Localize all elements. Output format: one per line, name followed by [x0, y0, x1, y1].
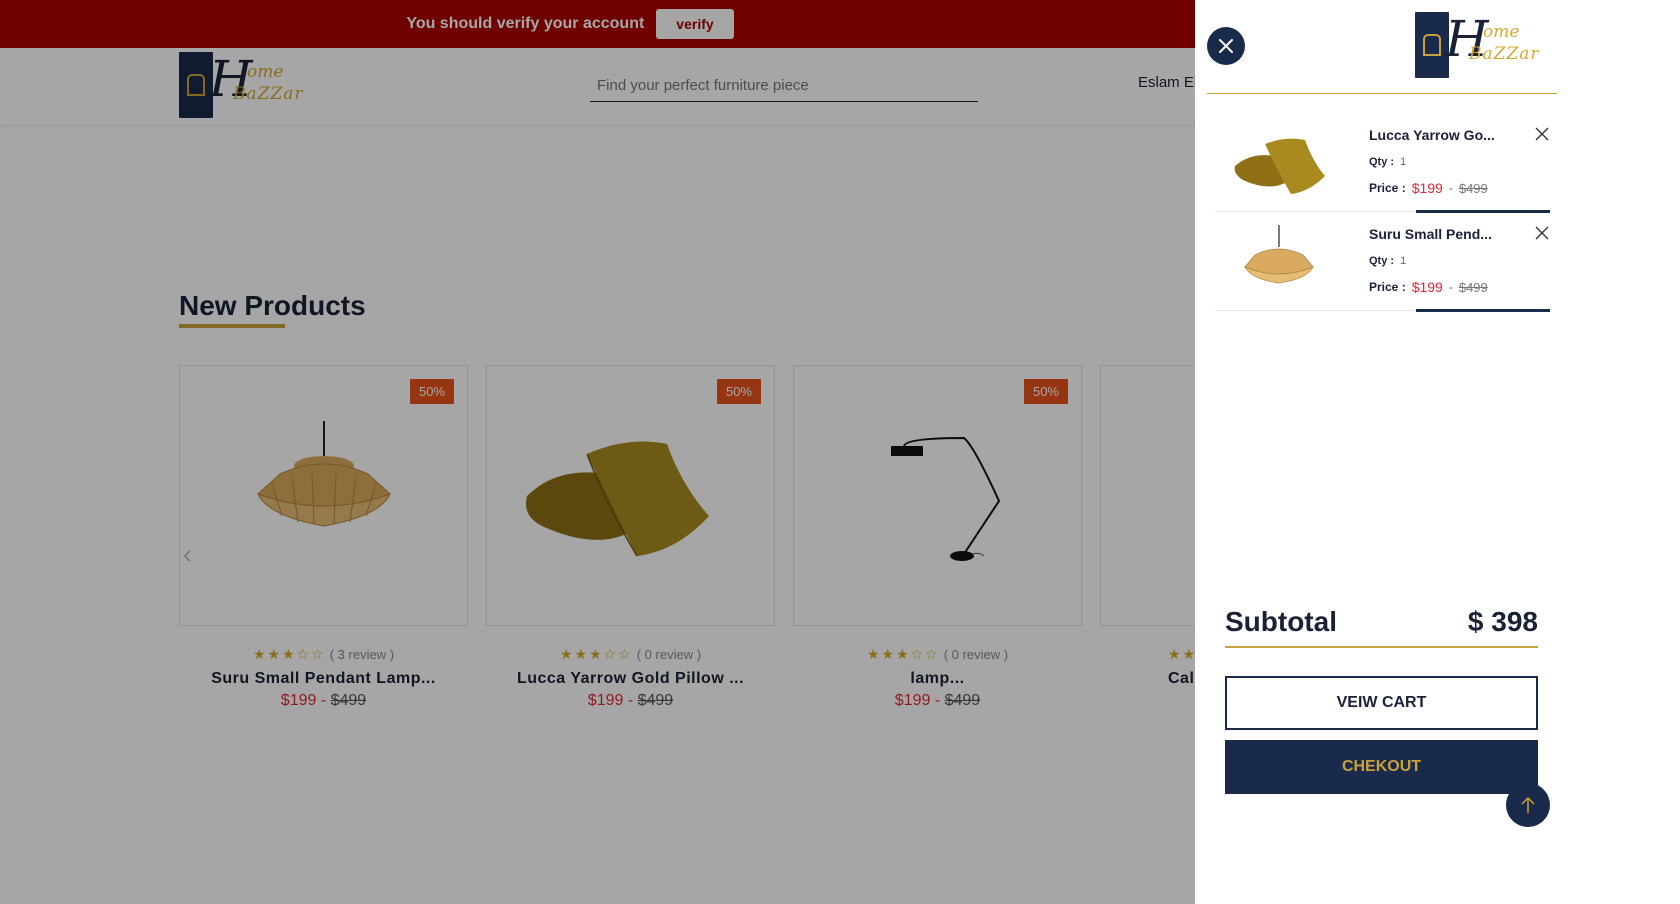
remove-item-icon[interactable]: [1534, 225, 1550, 241]
cart-item-qty: Qty : 1: [1369, 156, 1406, 168]
cart-item-price: Price : $199 - $499: [1369, 279, 1488, 295]
price-new: $199: [1411, 279, 1443, 295]
subtotal-value: $ 398: [1467, 606, 1538, 637]
price-label: Price :: [1369, 280, 1406, 294]
view-cart-button[interactable]: VEIW CART: [1225, 676, 1538, 730]
price-separator: -: [1448, 181, 1453, 195]
price-label: Price :: [1369, 181, 1406, 195]
qty-label: Qty :: [1369, 255, 1395, 267]
cart-item-name[interactable]: Suru Small Pend...: [1369, 226, 1492, 242]
price-old: $499: [1458, 180, 1488, 196]
cart-item-accent-bar: [1416, 309, 1550, 312]
logo-bazar: BaZZar: [1469, 44, 1540, 64]
price-old: $499: [1458, 279, 1488, 295]
drawer-logo[interactable]: H ome BaZZar: [1415, 12, 1560, 84]
arrow-up-icon[interactable]: [1506, 783, 1550, 827]
price-separator: -: [1448, 280, 1453, 294]
pendant-lamp-thumbnail: [1244, 225, 1314, 284]
cart-item-qty: Qty : 1: [1369, 255, 1406, 267]
remove-item-icon[interactable]: [1534, 126, 1550, 142]
subtotal-row: Subtotal $ 398: [1225, 606, 1538, 638]
logo-door-icon: [1415, 12, 1449, 78]
logo-ome: ome: [1483, 22, 1520, 42]
qty-value: 1: [1400, 156, 1407, 168]
cart-item-name[interactable]: Lucca Yarrow Go...: [1369, 127, 1495, 143]
cart-item-price: Price : $199 - $499: [1369, 180, 1488, 196]
page-overlay[interactable]: [0, 0, 1195, 904]
subtotal-label: Subtotal: [1225, 606, 1337, 637]
qty-value: 1: [1400, 255, 1407, 267]
checkout-button[interactable]: CHEKOUT: [1225, 740, 1538, 794]
cart-item: Suru Small Pend... Qty : 1 Price : $199 -…: [1215, 211, 1550, 312]
subtotal-underline: [1225, 646, 1538, 648]
price-new: $199: [1411, 180, 1443, 196]
cart-drawer: H ome BaZZar Lucca Yarrow Go... Qty : 1 P…: [1195, 0, 1680, 904]
drawer-divider: [1207, 93, 1557, 94]
cart-item: Lucca Yarrow Go... Qty : 1 Price : $199 -…: [1215, 112, 1550, 213]
close-icon[interactable]: [1207, 27, 1245, 65]
qty-label: Qty :: [1369, 156, 1395, 168]
pillow-thumbnail: [1234, 138, 1325, 194]
